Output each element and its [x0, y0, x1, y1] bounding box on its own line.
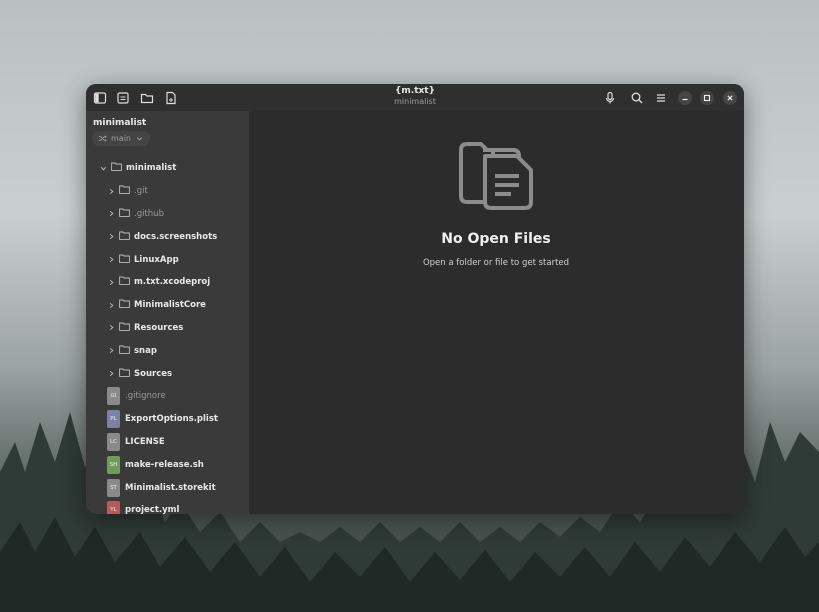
tree-folder[interactable]: m.txt.xcodeproj: [86, 271, 249, 294]
tree-folder[interactable]: docs.screenshots: [86, 225, 249, 248]
folder-icon: [115, 208, 134, 220]
chevron-right-icon: [107, 233, 115, 241]
branch-name: main: [111, 134, 131, 143]
tree-item-label: snap: [134, 345, 157, 356]
branch-selector[interactable]: main: [92, 131, 150, 146]
tree-file[interactable]: SH make-release.sh: [86, 453, 249, 476]
tree-item-label: docs.screenshots: [134, 231, 218, 242]
tree-item-label: LinuxApp: [134, 254, 179, 265]
tree-item-label: Minimalist.storekit: [125, 482, 216, 493]
tree-file[interactable]: LC LICENSE: [86, 431, 249, 454]
new-window-icon[interactable]: [115, 90, 131, 106]
open-folder-icon[interactable]: [139, 90, 155, 106]
chevron-right-icon: [107, 370, 115, 378]
chevron-right-icon: [107, 278, 115, 286]
empty-state-subtitle: Open a folder or file to get started: [422, 258, 570, 268]
tree-item-label: .gitignore: [125, 391, 166, 402]
menu-icon[interactable]: [653, 90, 669, 106]
tree-item-label: .github: [134, 208, 164, 219]
tree-item-label: make-release.sh: [125, 459, 204, 470]
tree-root-folder[interactable]: minimalist: [86, 157, 249, 180]
chevron-down-icon: [99, 164, 107, 172]
folder-icon: [115, 231, 134, 243]
chevron-right-icon: [107, 187, 115, 195]
app-window: {m.txt} minimalist minimalist main minim…: [86, 84, 744, 514]
file-type-badge: LC: [107, 432, 120, 451]
folder-icon: [115, 299, 134, 311]
tree-file[interactable]: ST Minimalist.storekit: [86, 476, 249, 499]
file-type-badge: SH: [107, 455, 120, 474]
tree-item-label: minimalist: [126, 163, 177, 174]
tree-item-label: project.yml: [125, 505, 180, 514]
folder-icon: [115, 322, 134, 334]
tree-item-label: Resources: [134, 322, 184, 333]
tree-folder[interactable]: Sources: [86, 362, 249, 385]
minimize-button[interactable]: [678, 91, 692, 105]
chevron-right-icon: [107, 324, 115, 332]
tree-folder[interactable]: LinuxApp: [86, 248, 249, 271]
chevron-right-icon: [107, 347, 115, 355]
chevron-down-icon: [136, 137, 143, 141]
folder-icon: [115, 185, 134, 197]
file-type-badge: YL: [107, 501, 120, 514]
search-icon[interactable]: [629, 90, 645, 106]
chevron-right-icon: [107, 256, 115, 264]
tree-folder[interactable]: MinimalistCore: [86, 294, 249, 317]
shuffle-icon: [98, 135, 107, 142]
tree-folder[interactable]: .github: [86, 203, 249, 226]
tree-item-label: .git: [134, 186, 148, 197]
chevron-right-icon: [107, 210, 115, 218]
microphone-icon[interactable]: [602, 90, 618, 106]
tree-folder[interactable]: Resources: [86, 317, 249, 340]
maximize-button[interactable]: [700, 91, 714, 105]
tree-item-label: MinimalistCore: [134, 300, 206, 311]
folder-icon: [115, 276, 134, 288]
tree-folder[interactable]: .git: [86, 180, 249, 203]
folder-icon: [107, 162, 126, 174]
sidebar-toggle-icon[interactable]: [92, 90, 108, 106]
tree-item-label: m.txt.xcodeproj: [134, 277, 211, 288]
window-subtitle: minimalist: [394, 97, 436, 106]
chevron-right-icon: [107, 301, 115, 309]
tree-file[interactable]: YL project.yml: [86, 499, 249, 514]
folder-icon: [115, 368, 134, 380]
minimize-icon: [682, 98, 688, 101]
tree-folder[interactable]: snap: [86, 339, 249, 362]
close-button[interactable]: [723, 91, 737, 105]
folder-icon: [115, 345, 134, 357]
new-file-icon[interactable]: [163, 90, 179, 106]
tree-file[interactable]: PL ExportOptions.plist: [86, 408, 249, 431]
file-type-badge: PL: [107, 410, 120, 429]
window-title-group: {m.txt} minimalist: [336, 86, 494, 107]
files-icon: [459, 142, 533, 210]
tree-file[interactable]: GI .gitignore: [86, 385, 249, 408]
tree-item-label: ExportOptions.plist: [125, 414, 218, 425]
tree-item-label: Sources: [134, 368, 173, 379]
folder-icon: [115, 254, 134, 266]
project-name: minimalist: [93, 118, 147, 128]
close-icon: [727, 95, 733, 101]
window-title: {m.txt}: [394, 86, 436, 96]
title-bar: {m.txt} minimalist: [86, 84, 744, 111]
file-tree: minimalist .git .github docs.screenshots Lin…: [86, 157, 249, 514]
tree-item-label: LICENSE: [125, 436, 165, 447]
file-type-badge: GI: [107, 387, 120, 406]
file-type-badge: ST: [107, 478, 120, 497]
maximize-icon: [703, 94, 711, 102]
empty-state-title: No Open Files: [441, 231, 551, 247]
